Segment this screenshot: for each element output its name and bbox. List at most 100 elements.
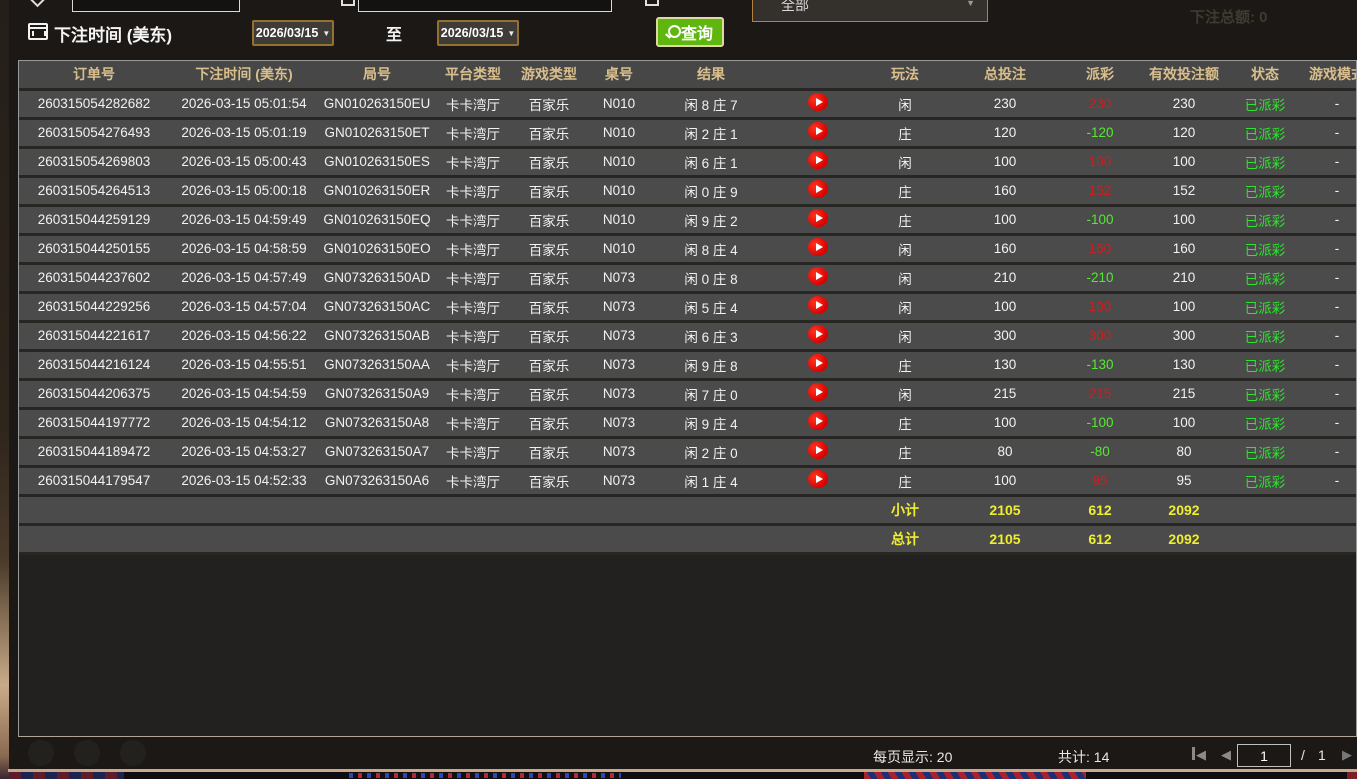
cell-round-id: GN010263150ER bbox=[319, 176, 435, 205]
date-from-select[interactable]: 2026/03/15 ▼ bbox=[252, 20, 334, 46]
replay-icon[interactable] bbox=[808, 441, 828, 459]
cell-result: 闲 2 庄 0 bbox=[651, 437, 771, 466]
table-row: 260315054276493 2026-03-15 05:01:19 GN01… bbox=[19, 118, 1357, 147]
replay-icon[interactable] bbox=[808, 412, 828, 430]
first-page-button[interactable]: ◀ bbox=[1192, 747, 1206, 763]
subtotal-payout: 612 bbox=[1065, 495, 1135, 524]
replay-icon[interactable] bbox=[808, 325, 828, 343]
cell-table-no: N073 bbox=[587, 379, 651, 408]
background-game-strip bbox=[9, 772, 1357, 779]
cell-result: 闲 9 庄 8 bbox=[651, 350, 771, 379]
cell-round-id: GN073263150AC bbox=[319, 292, 435, 321]
status-badge: 已派彩 bbox=[1233, 89, 1297, 118]
status-badge: 已派彩 bbox=[1233, 292, 1297, 321]
cell-total-bet: 100 bbox=[945, 292, 1065, 321]
cell-game-mode: - bbox=[1297, 321, 1357, 350]
cell-round-id: GN010263150ES bbox=[319, 147, 435, 176]
cell-total-bet: 300 bbox=[945, 321, 1065, 350]
cell-valid-bet: 100 bbox=[1135, 292, 1233, 321]
cell-round-id: GN073263150AB bbox=[319, 321, 435, 350]
cell-total-bet: 230 bbox=[945, 89, 1065, 118]
background-dim-icon bbox=[28, 740, 54, 766]
cell-result: 闲 6 庄 3 bbox=[651, 321, 771, 350]
cell-payout: -100 bbox=[1065, 205, 1135, 234]
replay-icon[interactable] bbox=[808, 470, 828, 488]
replay-icon[interactable] bbox=[808, 209, 828, 227]
replay-icon[interactable] bbox=[808, 122, 828, 140]
cell-payout: 100 bbox=[1065, 292, 1135, 321]
replay-icon[interactable] bbox=[808, 296, 828, 314]
cell-replay bbox=[771, 234, 865, 263]
header-payout: 派彩 bbox=[1065, 61, 1135, 89]
replay-icon[interactable] bbox=[808, 151, 828, 169]
cell-total-bet: 100 bbox=[945, 408, 1065, 437]
play-triangle-icon bbox=[816, 243, 823, 251]
page-number-input[interactable] bbox=[1237, 744, 1291, 767]
cell-valid-bet: 80 bbox=[1135, 437, 1233, 466]
replay-icon[interactable] bbox=[808, 383, 828, 401]
cell-game-type: 百家乐 bbox=[511, 292, 587, 321]
cell-result: 闲 0 庄 8 bbox=[651, 263, 771, 292]
cell-round-id: GN073263150A9 bbox=[319, 379, 435, 408]
table-row: 260315044179547 2026-03-15 04:52:33 GN07… bbox=[19, 466, 1357, 495]
cell-table-no: N073 bbox=[587, 321, 651, 350]
cell-valid-bet: 152 bbox=[1135, 176, 1233, 205]
play-triangle-icon bbox=[816, 98, 823, 106]
table-row: 260315044216124 2026-03-15 04:55:51 GN07… bbox=[19, 350, 1357, 379]
background-dim-icon bbox=[120, 740, 146, 766]
prev-page-button[interactable]: ◀ bbox=[1221, 747, 1231, 763]
table-row: 260315054269803 2026-03-15 05:00:43 GN01… bbox=[19, 147, 1357, 176]
cell-table-no: N073 bbox=[587, 263, 651, 292]
header-result: 结果 bbox=[651, 61, 771, 89]
query-button-label: 查询 bbox=[681, 20, 713, 44]
cell-order-id: 260315044250155 bbox=[19, 234, 169, 263]
filter-bar: 下注时间 (美东) 2026/03/15 ▼ 至 2026/03/15 ▼ 查询 bbox=[0, 0, 1357, 58]
cell-total-bet: 210 bbox=[945, 263, 1065, 292]
grand-payout: 612 bbox=[1065, 524, 1135, 553]
next-page-button[interactable]: ▶ bbox=[1342, 747, 1352, 763]
cell-play-type: 闲 bbox=[865, 263, 945, 292]
cell-bet-time: 2026-03-15 04:55:51 bbox=[169, 350, 319, 379]
cell-game-mode: - bbox=[1297, 292, 1357, 321]
cell-valid-bet: 120 bbox=[1135, 118, 1233, 147]
cell-payout: -100 bbox=[1065, 408, 1135, 437]
replay-icon[interactable] bbox=[808, 354, 828, 372]
cell-order-id: 260315044189472 bbox=[19, 437, 169, 466]
replay-icon[interactable] bbox=[808, 180, 828, 198]
cell-play-type: 闲 bbox=[865, 321, 945, 350]
cell-replay bbox=[771, 263, 865, 292]
cell-game-mode: - bbox=[1297, 379, 1357, 408]
cell-bet-time: 2026-03-15 04:58:59 bbox=[169, 234, 319, 263]
query-button[interactable]: 查询 bbox=[656, 17, 724, 47]
cell-payout: -80 bbox=[1065, 437, 1135, 466]
cell-replay bbox=[771, 350, 865, 379]
cell-payout: 215 bbox=[1065, 379, 1135, 408]
page-separator: / bbox=[1301, 747, 1305, 763]
cell-valid-bet: 100 bbox=[1135, 408, 1233, 437]
cell-payout: 152 bbox=[1065, 176, 1135, 205]
grand-total-row: 总计 2105 612 2092 bbox=[19, 524, 1357, 553]
cell-game-type: 百家乐 bbox=[511, 350, 587, 379]
play-triangle-icon bbox=[816, 127, 823, 135]
cell-table-no: N073 bbox=[587, 292, 651, 321]
total-count-label: 共计: 14 bbox=[1058, 747, 1109, 767]
cell-order-id: 260315044206375 bbox=[19, 379, 169, 408]
replay-icon[interactable] bbox=[808, 238, 828, 256]
header-bet-time: 下注时间 (美东) bbox=[169, 61, 319, 89]
grand-total-bet: 2105 bbox=[945, 524, 1065, 553]
status-badge: 已派彩 bbox=[1233, 176, 1297, 205]
status-badge: 已派彩 bbox=[1233, 118, 1297, 147]
replay-icon[interactable] bbox=[808, 267, 828, 285]
cell-replay bbox=[771, 466, 865, 495]
cell-round-id: GN010263150ET bbox=[319, 118, 435, 147]
window-left-edge bbox=[0, 0, 9, 779]
header-round-id: 局号 bbox=[319, 61, 435, 89]
cell-valid-bet: 215 bbox=[1135, 379, 1233, 408]
play-triangle-icon bbox=[816, 272, 823, 280]
date-to-select[interactable]: 2026/03/15 ▼ bbox=[437, 20, 519, 46]
cell-game-type: 百家乐 bbox=[511, 176, 587, 205]
play-triangle-icon bbox=[816, 301, 823, 309]
cell-result: 闲 8 庄 7 bbox=[651, 89, 771, 118]
replay-icon[interactable] bbox=[808, 93, 828, 111]
cell-valid-bet: 230 bbox=[1135, 89, 1233, 118]
